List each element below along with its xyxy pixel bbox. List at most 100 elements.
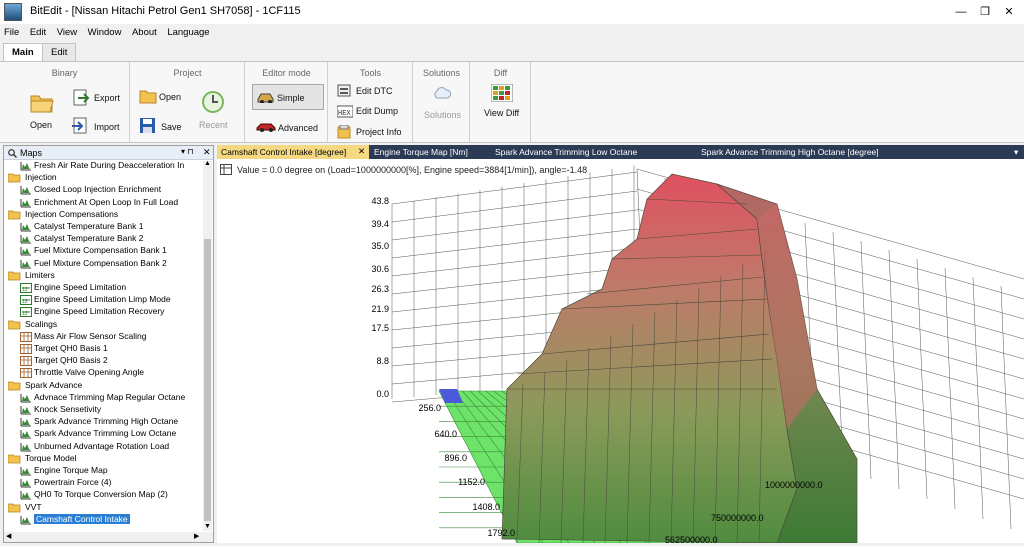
tree-item[interactable]: 12 Engine Speed Limitation Recovery: [4, 306, 203, 318]
tree-item[interactable]: 12 Engine Speed Limitation: [4, 282, 203, 294]
export-icon: [73, 89, 90, 106]
search-icon[interactable]: [8, 149, 17, 158]
tree-item[interactable]: Fuel Mixture Compensation Bank 2: [4, 258, 203, 270]
group-binary: Binary Open Export Import: [0, 62, 130, 142]
scroll-right-icon[interactable]: ▶: [194, 532, 199, 540]
project-open-icon: [139, 90, 157, 104]
tree-folder[interactable]: Limiters: [4, 270, 203, 282]
tree-item[interactable]: Powertrain Force (4): [4, 477, 203, 489]
recent-button[interactable]: Recent: [199, 120, 228, 130]
panel-pin-icon[interactable]: ▾ ⊓: [181, 147, 193, 156]
view-diff-icon: [491, 84, 513, 102]
edit-dtc-button[interactable]: Edit DTC: [356, 86, 393, 96]
tree-folder[interactable]: Injection: [4, 172, 203, 184]
tab-camshaft-control-intake[interactable]: Camshaft Control Intake [degree] ✕: [217, 145, 369, 159]
grid-line: [391, 247, 638, 277]
export-button[interactable]: Export: [94, 93, 120, 103]
folder-icon: [7, 210, 22, 220]
tree-item[interactable]: Closed Loop Injection Enrichment: [4, 184, 203, 196]
simple-label: Simple: [277, 93, 305, 103]
tree-folder[interactable]: VVT: [4, 502, 203, 514]
minimize-icon[interactable]: —: [950, 3, 972, 21]
tab-engine-torque-map[interactable]: Engine Torque Map [Nm]: [370, 145, 472, 159]
tree-item[interactable]: Throttle Valve Opening Angle: [4, 367, 203, 379]
tree-vertical-scrollbar[interactable]: ▲ ▼: [203, 160, 212, 531]
tree-folder[interactable]: Torque Model: [4, 453, 203, 465]
menu-edit[interactable]: Edit: [26, 25, 50, 38]
tree-item-label: QH0 To Torque Conversion Map (2): [34, 489, 168, 500]
tab-close-icon[interactable]: ✕: [358, 146, 365, 157]
view-diff-button[interactable]: View Diff: [484, 108, 519, 118]
map-3d-view[interactable]: Value = 0.0 degree on (Load=1000000000[%…: [217, 159, 1024, 543]
edit-dump-button[interactable]: Edit Dump: [356, 106, 398, 116]
tree-item[interactable]: Target QH0 Basis 1: [4, 343, 203, 355]
tree-item[interactable]: Fresh Air Rate During Deacceleration In: [4, 160, 203, 172]
tabs-menu-icon[interactable]: ▾: [1010, 145, 1022, 159]
import-button[interactable]: Import: [94, 122, 120, 132]
folder-open-icon: [30, 95, 54, 113]
tab-spark-advance-low-octane[interactable]: Spark Advance Trimming Low Octane: [491, 145, 641, 159]
rpm-tick-label: 1408.0: [472, 502, 500, 512]
maps-panel-header: Maps ▾ ⊓ ✕: [4, 146, 213, 160]
tree-horizontal-scrollbar[interactable]: ◀ ▶: [4, 532, 213, 542]
tree-folder[interactable]: Injection Compensations: [4, 209, 203, 221]
tree-item[interactable]: Enrichment At Open Loop In Full Load: [4, 197, 203, 209]
restore-icon[interactable]: ❐: [974, 3, 996, 21]
menu-language[interactable]: Language: [163, 25, 213, 38]
tree-item[interactable]: Engine Torque Map: [4, 465, 203, 477]
panel-close-icon[interactable]: ✕: [203, 147, 211, 158]
table-icon: [20, 356, 32, 367]
tree-item[interactable]: Advnace Trimming Map Regular Octane: [4, 392, 203, 404]
simple-button[interactable]: Simple: [252, 84, 324, 110]
tree-item[interactable]: Catalyst Temperature Bank 1: [4, 221, 203, 233]
menu-file[interactable]: File: [0, 25, 23, 38]
tree-folder[interactable]: Spark Advance: [4, 380, 203, 392]
tree-item[interactable]: Spark Advance Trimming High Octane: [4, 416, 203, 428]
tree-item[interactable]: Unburned Advantage Rotation Load: [4, 441, 203, 453]
tree-item[interactable]: Knock Sensetivity: [4, 404, 203, 416]
tree-item-label: Engine Speed Limitation Limp Mode: [34, 294, 171, 305]
map-icon: [20, 515, 31, 525]
app-icon[interactable]: [4, 3, 22, 21]
tree-item[interactable]: QH0 To Torque Conversion Map (2): [4, 489, 203, 501]
hex-dump-icon: HEX: [337, 105, 353, 118]
tab-main[interactable]: Main: [3, 43, 43, 61]
close-icon[interactable]: ✕: [998, 3, 1020, 21]
tree-item[interactable]: Camshaft Control Intake: [4, 513, 203, 526]
tree-item[interactable]: Fuel Mixture Compensation Bank 1: [4, 245, 203, 257]
value-icon: 12: [20, 295, 32, 306]
tab-edit[interactable]: Edit: [42, 43, 77, 61]
tree-scroll-thumb[interactable]: [204, 239, 211, 521]
project-info-button[interactable]: Project Info: [356, 127, 402, 137]
advanced-button[interactable]: Advanced: [278, 123, 318, 133]
rpm-tick-label: 896.0: [444, 453, 467, 463]
tree-item[interactable]: Catalyst Temperature Bank 2: [4, 233, 203, 245]
folder-icon: [7, 173, 22, 183]
solutions-button[interactable]: Solutions: [424, 110, 461, 120]
scroll-down-icon[interactable]: ▼: [204, 523, 211, 530]
document-tabs: Camshaft Control Intake [degree] ✕ Engin…: [217, 145, 1024, 159]
tree-item[interactable]: Target QH0 Basis 2: [4, 355, 203, 367]
tab-spark-advance-high-octane[interactable]: Spark Advance Trimming High Octane [degr…: [697, 145, 883, 159]
scroll-up-icon[interactable]: ▲: [204, 160, 211, 167]
menu-about[interactable]: About: [128, 25, 161, 38]
save-button[interactable]: Save: [161, 122, 182, 132]
tree-item-label: Fuel Mixture Compensation Bank 2: [34, 257, 167, 268]
tree-folder[interactable]: Scalings: [4, 319, 203, 331]
z-tick-label: 39.4: [371, 219, 389, 229]
tree-item[interactable]: Mass Air Flow Sensor Scaling: [4, 331, 203, 343]
project-open-button[interactable]: Open: [159, 92, 181, 102]
folder-icon: [7, 454, 22, 464]
load-tick-label: 562500000.0: [665, 535, 718, 543]
surface-chart[interactable]: 43.8 39.4 35.0 30.6 26.3 21.9 17.5 8.8 0.0 256.0…: [217, 159, 1024, 543]
menu-window[interactable]: Window: [84, 25, 126, 38]
tree-item[interactable]: 12 Engine Speed Limitation Limp Mode: [4, 294, 203, 306]
scroll-left-icon[interactable]: ◀: [6, 532, 11, 540]
tree-item[interactable]: Spark Advance Trimming Low Octane: [4, 428, 203, 440]
maps-panel: Maps ▾ ⊓ ✕ Fresh Air Rate During Deaccel…: [3, 145, 214, 543]
z-tick-label: 8.8: [376, 356, 389, 366]
menu-view[interactable]: View: [53, 25, 81, 38]
grid-line: [888, 249, 900, 490]
group-title-diff: Diff: [493, 68, 508, 78]
binary-open-button[interactable]: Open: [30, 120, 52, 130]
